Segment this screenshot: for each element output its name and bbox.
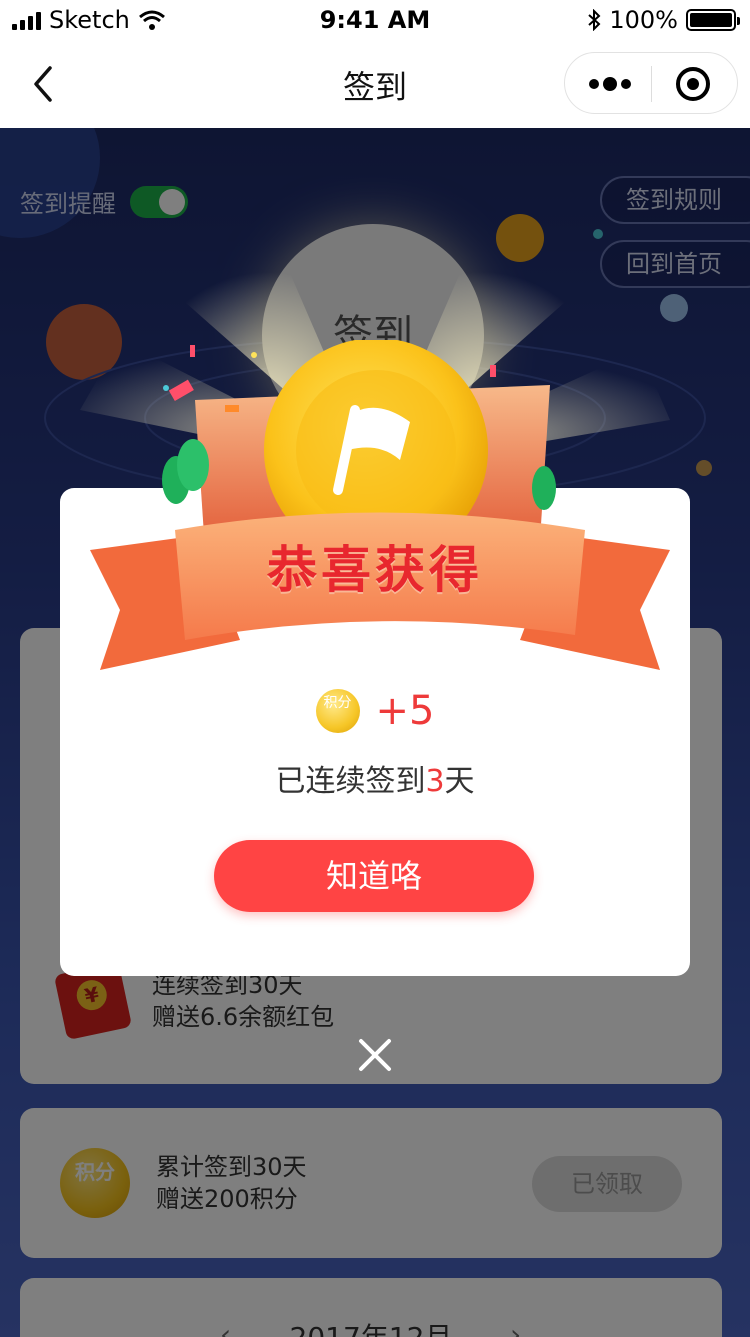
more-dots-icon[interactable]	[587, 72, 633, 96]
status-bar: Sketch 9:41 AM 100%	[0, 0, 750, 40]
close-icon[interactable]	[355, 1035, 395, 1075]
streak-text: 已连续签到3天	[60, 756, 690, 800]
close-miniprogram-icon[interactable]	[675, 66, 711, 102]
nav-bar: 签到	[0, 40, 750, 128]
streak-suffix: 天	[444, 764, 475, 799]
points-reward: 积分 +5	[60, 688, 690, 734]
capsule-divider	[651, 66, 652, 102]
points-amount: +5	[375, 688, 435, 734]
streak-days: 3	[425, 764, 445, 799]
battery-icon	[686, 9, 740, 31]
ok-button[interactable]: 知道咯	[214, 840, 534, 912]
mini-program-capsule	[564, 52, 738, 114]
streak-prefix: 已连续签到	[275, 764, 426, 799]
battery-percent: 100%	[609, 6, 678, 34]
modal-title: 恭喜获得	[267, 541, 483, 599]
points-coin-icon: 积分	[315, 689, 360, 733]
reward-banner	[90, 340, 670, 670]
bluetooth-icon	[588, 9, 601, 31]
